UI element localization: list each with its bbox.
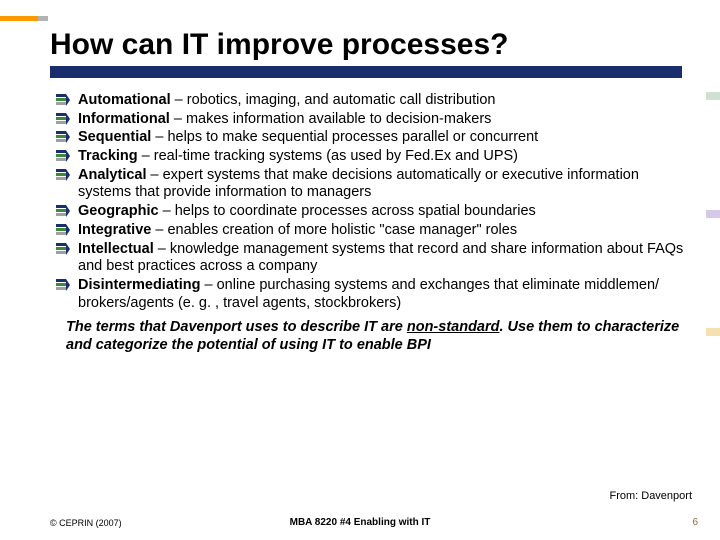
bullet-term: Intellectual xyxy=(78,241,154,257)
arrow-bullet-icon xyxy=(56,131,70,143)
content-area: Automational – robotics, imaging, and au… xyxy=(56,92,690,355)
title-block: How can IT improve processes? xyxy=(50,28,700,78)
arrow-bullet-icon xyxy=(56,150,70,162)
bullet-term: Automational xyxy=(78,92,171,108)
list-item: Informational – makes information availa… xyxy=(56,111,690,129)
arrow-bullet-icon xyxy=(56,169,70,181)
bullet-desc: – robotics, imaging, and automatic call … xyxy=(171,92,496,108)
bullet-desc: – knowledge management systems that reco… xyxy=(78,241,683,275)
bullet-term: Integrative xyxy=(78,222,151,238)
bullet-term: Sequential xyxy=(78,129,151,145)
bullet-desc: – helps to coordinate processes across s… xyxy=(159,203,536,219)
bullet-desc: – real-time tracking systems (as used by… xyxy=(138,148,518,164)
bullet-desc: – enables creation of more holistic "cas… xyxy=(151,222,517,238)
accent-tan xyxy=(706,328,720,336)
accent-bar-grey xyxy=(38,16,48,21)
arrow-bullet-icon xyxy=(56,94,70,106)
list-item: Tracking – real-time tracking systems (a… xyxy=(56,148,690,166)
arrow-bullet-icon xyxy=(56,205,70,217)
bullet-list: Automational – robotics, imaging, and au… xyxy=(56,92,690,312)
list-item: Analytical – expert systems that make de… xyxy=(56,167,690,202)
bullet-term: Analytical xyxy=(78,167,147,183)
list-item: Automational – robotics, imaging, and au… xyxy=(56,92,690,110)
arrow-bullet-icon xyxy=(56,113,70,125)
bullet-term: Disintermediating xyxy=(78,277,200,293)
title-underline xyxy=(50,66,682,78)
footnote-text: The terms that Davenport uses to describ… xyxy=(56,318,690,354)
source-label: From: Davenport xyxy=(609,490,692,502)
footer-title: MBA 8220 #4 Enabling with IT xyxy=(0,517,720,528)
note-pre: The terms that Davenport uses to describ… xyxy=(66,319,407,335)
accent-purple xyxy=(706,210,720,218)
bullet-term: Informational xyxy=(78,111,170,127)
list-item: Intellectual – knowledge management syst… xyxy=(56,241,690,276)
bullet-desc: – helps to make sequential processes par… xyxy=(151,129,538,145)
arrow-bullet-icon xyxy=(56,279,70,291)
slide-title: How can IT improve processes? xyxy=(50,28,700,66)
page-number: 6 xyxy=(692,517,698,528)
bullet-desc: – makes information available to decisio… xyxy=(170,111,492,127)
arrow-bullet-icon xyxy=(56,243,70,255)
list-item: Geographic – helps to coordinate process… xyxy=(56,203,690,221)
list-item: Disintermediating – online purchasing sy… xyxy=(56,277,690,312)
arrow-bullet-icon xyxy=(56,224,70,236)
bullet-term: Tracking xyxy=(78,148,138,164)
accent-green xyxy=(706,92,720,100)
bullet-desc: – expert systems that make decisions aut… xyxy=(78,167,639,201)
right-accent-group xyxy=(706,92,720,446)
note-underlined: non-standard xyxy=(407,319,500,335)
bullet-term: Geographic xyxy=(78,203,159,219)
list-item: Integrative – enables creation of more h… xyxy=(56,222,690,240)
accent-bar-orange xyxy=(0,16,38,21)
list-item: Sequential – helps to make sequential pr… xyxy=(56,129,690,147)
